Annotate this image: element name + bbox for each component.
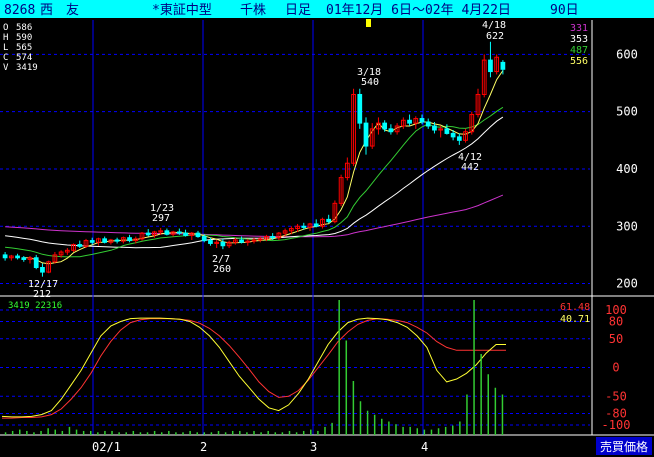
volume-label: V [3, 63, 9, 73]
x-tick-label: 02/1 [92, 440, 121, 454]
candle-body [127, 237, 132, 242]
price-annotation: 622 [486, 31, 504, 42]
candle-body [301, 225, 307, 228]
price-tick-label: 600 [616, 47, 638, 61]
price-tick-label: 200 [616, 277, 638, 291]
period-type: 日足 [285, 3, 311, 18]
candle-body [456, 136, 462, 141]
price-tick-label: 400 [616, 162, 638, 176]
low-label: L [3, 43, 8, 53]
candle-body [89, 240, 95, 243]
y-axis-labels: 60050040030020010080500-50-80-100 [602, 47, 638, 432]
candle-body [77, 244, 83, 247]
open-label: O [3, 23, 8, 33]
moving-averages [5, 70, 504, 265]
days-count: 90日 [550, 3, 579, 18]
candle-body [382, 122, 388, 130]
candle-body [164, 230, 170, 235]
grid [0, 20, 654, 436]
stoch-tick-label: 50 [609, 332, 623, 346]
x-tick-label: 4 [421, 440, 428, 454]
x-tick-label: 2 [200, 440, 207, 454]
candle-body [450, 132, 456, 138]
price-tick-label: 300 [616, 219, 638, 233]
candle-body [488, 59, 493, 73]
ohlcv-readout: O 586 H 590 L 565 C 574 V 3419 [3, 23, 38, 73]
candle-body [220, 241, 226, 247]
stock-code: 8268 [4, 3, 35, 18]
candle-body [419, 118, 425, 123]
candle-body [176, 231, 182, 234]
ma-long-purple-line [5, 194, 504, 238]
close-label: C [3, 53, 8, 63]
ma-label-4: 556 [570, 56, 588, 67]
stoch-slow-line [2, 318, 506, 419]
volume-value: 3419 [16, 63, 38, 73]
stock-name: 西 友 [40, 2, 79, 18]
candle-body [33, 257, 39, 268]
price-annotation: 260 [213, 264, 231, 275]
price-annotation: 540 [361, 77, 379, 88]
price-tick-label: 500 [616, 105, 638, 119]
candle-body [21, 257, 27, 260]
candle-body [432, 125, 437, 131]
candle-body [195, 232, 201, 238]
candle-body [363, 122, 369, 147]
candle-body [388, 128, 394, 133]
open-value: 586 [16, 23, 32, 33]
ma-5-line [23, 70, 504, 265]
stoch-slow-value: 61.48 [560, 302, 590, 313]
high-value: 590 [16, 33, 32, 43]
low-value: 565 [16, 43, 32, 53]
candle-body [114, 239, 120, 242]
ma-13-line [5, 106, 504, 258]
ma-label-3: 487 [570, 45, 588, 56]
candle-body [407, 119, 412, 124]
candle-body [357, 93, 363, 124]
price-annotation: 297 [152, 213, 170, 224]
candle-body [201, 236, 207, 242]
candle-body [40, 267, 45, 273]
period-marker [366, 19, 371, 27]
candle-body [208, 240, 213, 244]
ma-26-line [5, 116, 504, 249]
volume-summary: 3419 22316 [8, 301, 62, 311]
annotations: 12/172121/232972/72603/185404/124424/186… [28, 20, 506, 300]
close-value: 574 [16, 53, 32, 63]
stochastic-panel [1, 317, 506, 419]
x-tick-label: 3 [310, 440, 317, 454]
candle-body [326, 218, 332, 223]
stoch-tick-label: -100 [602, 418, 631, 432]
candle-body [239, 239, 244, 243]
candle-body [500, 61, 506, 70]
candle-body [183, 232, 188, 236]
date-range: 01年12月 6日～02年 4月22日 [326, 3, 511, 18]
ma-label-1: 331 [570, 23, 588, 34]
x-axis-labels: 02/1 2 3 4 [92, 440, 428, 454]
stoch-fast-value: 40.71 [560, 314, 590, 325]
candle-body [313, 223, 319, 227]
stock-chart: 8268 西 友 *東証中型 千株 日足 01年12月 6日～02年 4月22日… [0, 0, 654, 455]
price-annotation: 442 [461, 162, 479, 173]
stoch-tick-label: -50 [605, 389, 627, 403]
candlesticks [2, 41, 506, 277]
price-annotation: 212 [33, 289, 51, 300]
candle-body [444, 128, 450, 134]
ma-label-2: 353 [570, 34, 588, 45]
high-label: H [3, 33, 8, 43]
price-annotation: 4/18 [482, 20, 506, 31]
candle-body [2, 254, 8, 259]
unit-label: 千株 [240, 3, 266, 18]
candle-body [15, 255, 20, 259]
candle-body [425, 121, 431, 127]
market-name: *東証中型 [152, 2, 212, 18]
stoch-tick-label: 80 [609, 315, 623, 329]
candle-body [145, 232, 151, 236]
candle-body [270, 236, 276, 239]
candle-body [102, 238, 108, 243]
trade-price-button[interactable]: 売買価格 [600, 439, 648, 454]
stoch-tick-label: 0 [612, 361, 619, 375]
